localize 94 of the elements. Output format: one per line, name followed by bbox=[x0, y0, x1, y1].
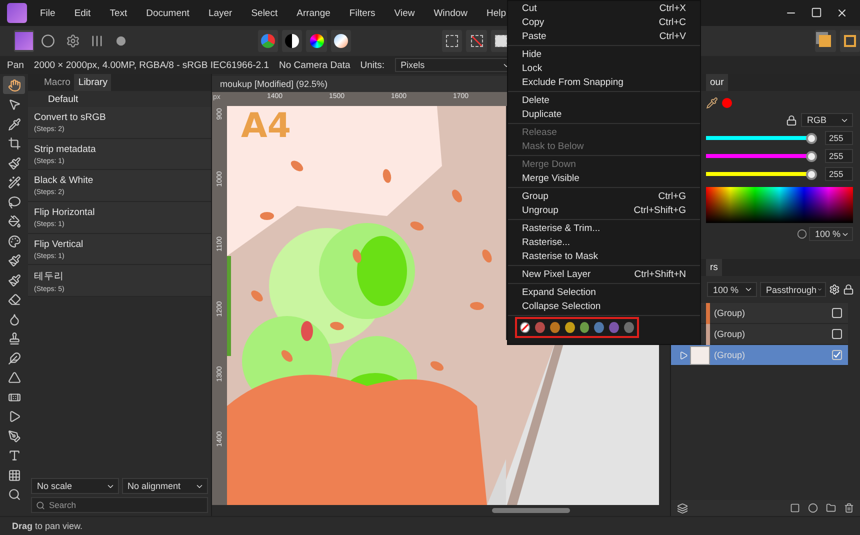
arrange-icon[interactable] bbox=[815, 30, 836, 52]
menu-item[interactable]: Copy Ctrl+C bbox=[508, 15, 700, 29]
selection-icon[interactable] bbox=[442, 30, 462, 52]
color-swatch[interactable] bbox=[535, 322, 545, 333]
caret-icon bbox=[744, 285, 753, 294]
menu-item[interactable]: Select bbox=[251, 8, 278, 18]
camera-info: No Camera Data bbox=[279, 60, 350, 70]
value-field[interactable]: 255 bbox=[825, 167, 853, 181]
menu-item[interactable]: View bbox=[394, 8, 415, 18]
macro-name: Black & White bbox=[34, 175, 94, 186]
menu-item[interactable]: Group Ctrl+G bbox=[508, 189, 700, 203]
visibility-checkbox[interactable] bbox=[832, 308, 842, 318]
scale-select[interactable]: No scale bbox=[31, 478, 118, 494]
panel-tab[interactable]: Macro bbox=[40, 74, 74, 91]
menu-item[interactable]: File bbox=[40, 8, 56, 18]
color-slider[interactable] bbox=[706, 150, 817, 162]
visibility-checkbox[interactable] bbox=[832, 329, 842, 339]
color-swatch[interactable] bbox=[594, 322, 604, 333]
menu-item: Merge Down bbox=[521, 158, 577, 171]
macro-name: Convert to sRGB bbox=[34, 112, 107, 123]
color-swatch[interactable] bbox=[624, 322, 634, 333]
deselect-icon[interactable] bbox=[466, 30, 487, 52]
delete-icon[interactable] bbox=[844, 503, 854, 513]
panel-tab[interactable]: Library bbox=[74, 74, 112, 91]
scrollbar-thumb[interactable] bbox=[492, 508, 570, 513]
menu-item[interactable]: Merge Visible bbox=[508, 171, 700, 185]
macro-name: Flip Horizontal bbox=[34, 207, 96, 218]
hand-tool-icon[interactable] bbox=[3, 76, 25, 94]
maximize-icon[interactable] bbox=[811, 7, 822, 18]
search-field[interactable]: Search bbox=[31, 497, 208, 513]
panel-tab[interactable]: our bbox=[706, 74, 728, 91]
opacity-select[interactable]: 100 % bbox=[809, 227, 853, 241]
blend-mode-select[interactable]: Passthrough bbox=[760, 282, 826, 297]
menu-item[interactable]: Rasterise... bbox=[508, 235, 700, 249]
search-placeholder: Search bbox=[49, 500, 76, 510]
value-field[interactable]: 255 bbox=[825, 131, 853, 145]
color-slider[interactable] bbox=[706, 168, 817, 180]
color-swatch[interactable] bbox=[564, 322, 575, 333]
macro-name: 테두리 bbox=[34, 270, 65, 284]
folder-icon[interactable] bbox=[826, 503, 836, 513]
lock-icon[interactable] bbox=[786, 114, 797, 126]
color-model-select[interactable]: RGB bbox=[801, 113, 853, 127]
app-logo[interactable] bbox=[7, 3, 27, 23]
menu-item[interactable]: Layer bbox=[208, 8, 232, 18]
color-spectrum[interactable] bbox=[706, 187, 853, 223]
menu-item[interactable]: Text bbox=[110, 8, 128, 18]
menu-item[interactable]: Rasterise to Mask bbox=[508, 249, 700, 263]
menu-item: Mask to Below bbox=[521, 140, 585, 153]
eyedropper-icon[interactable] bbox=[706, 97, 718, 109]
units-label: Units: bbox=[360, 60, 385, 70]
menu-item[interactable]: New Pixel Layer Ctrl+Shift+N bbox=[508, 267, 700, 281]
menu-item[interactable]: Filters bbox=[349, 8, 376, 18]
color-swatch[interactable] bbox=[609, 322, 620, 333]
lock-icon[interactable] bbox=[843, 284, 854, 295]
menu-item[interactable]: Document bbox=[146, 8, 190, 18]
color-swatch[interactable] bbox=[550, 322, 560, 333]
search-icon bbox=[36, 500, 45, 510]
page-label: A4 bbox=[241, 106, 291, 146]
layer-name: (Group) bbox=[713, 350, 746, 360]
menu-item[interactable]: Rasterise & Trim... bbox=[508, 221, 700, 235]
menu-item[interactable]: Hide bbox=[508, 47, 700, 61]
tool-name: Pan bbox=[7, 60, 24, 70]
menu-item[interactable]: Window bbox=[434, 8, 468, 18]
settings-icon[interactable] bbox=[829, 284, 840, 295]
alignment-select[interactable]: No alignment bbox=[122, 478, 208, 494]
arrange-icon[interactable] bbox=[840, 30, 860, 52]
layer-name: (Group) bbox=[713, 308, 746, 318]
menu-item[interactable]: Duplicate bbox=[508, 107, 700, 121]
color-swatch[interactable] bbox=[580, 322, 590, 333]
menu-item[interactable]: Edit bbox=[74, 8, 91, 18]
persona-icon[interactable] bbox=[14, 30, 34, 52]
layer-name: (Group) bbox=[713, 329, 746, 339]
visibility-checkbox[interactable] bbox=[832, 350, 842, 360]
color-slider[interactable] bbox=[706, 132, 817, 144]
layer-thumbnail bbox=[690, 346, 710, 364]
circle-icon bbox=[797, 229, 807, 239]
expand-icon[interactable] bbox=[679, 350, 688, 360]
menu-item[interactable]: Cut Ctrl+X bbox=[508, 1, 700, 15]
menu-item[interactable]: Expand Selection bbox=[508, 285, 700, 299]
menu-item[interactable]: Paste Ctrl+V bbox=[508, 29, 700, 43]
close-icon[interactable] bbox=[836, 7, 848, 19]
menu-item[interactable]: Ungroup Ctrl+Shift+G bbox=[508, 203, 700, 217]
value-field[interactable]: 255 bbox=[825, 149, 853, 163]
panel-tab[interactable]: rs bbox=[706, 259, 722, 276]
menu-item[interactable]: Help bbox=[486, 8, 506, 18]
document-info: 2000 × 2000px, 4.00MP, RGBA/8 - sRGB IEC61966-2.1 bbox=[34, 60, 269, 70]
menu-item[interactable]: Arrange bbox=[296, 8, 330, 18]
layers-icon[interactable] bbox=[677, 502, 688, 514]
macro-name: Flip Vertical bbox=[34, 238, 84, 250]
menu-item: Release bbox=[521, 126, 558, 139]
opacity-select[interactable]: 100 % bbox=[707, 282, 757, 297]
macro-name: Strip metadata bbox=[34, 144, 97, 155]
no-color-swatch[interactable] bbox=[520, 322, 530, 333]
current-color-swatch[interactable] bbox=[722, 98, 732, 108]
